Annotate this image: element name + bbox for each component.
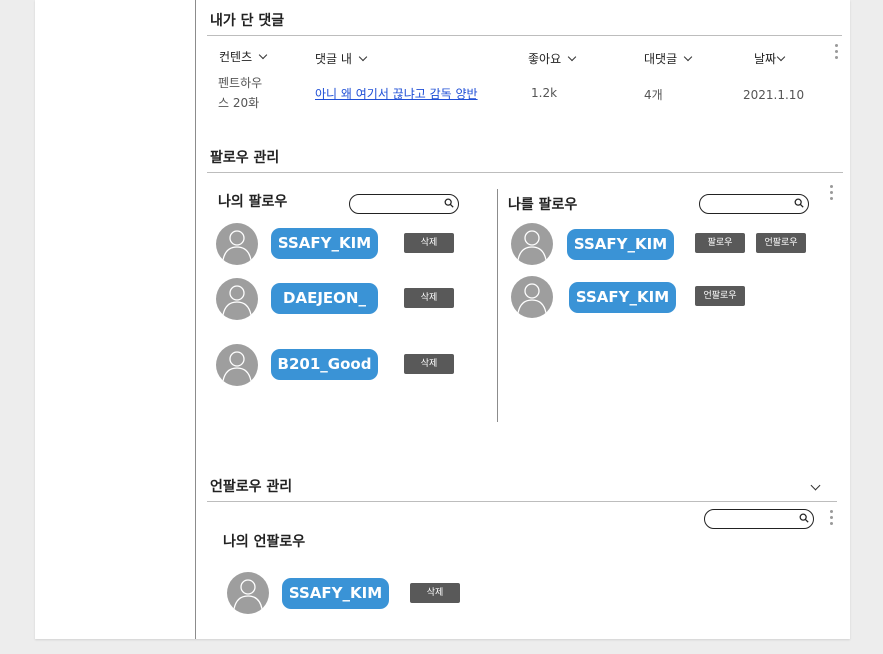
unfollow-button[interactable]: 언팔로우 (695, 286, 745, 306)
chevron-down-icon (258, 50, 268, 60)
delete-button[interactable]: 삭제 (404, 288, 454, 308)
user-avatar-icon (216, 223, 258, 265)
replies-cell: 4개 (644, 88, 663, 102)
chevron-down-icon (567, 52, 577, 62)
delete-button[interactable]: 삭제 (410, 583, 460, 603)
search-icon[interactable] (799, 513, 809, 523)
my-unfollow-title: 나의 언팔로우 (223, 534, 306, 550)
user-name-pill[interactable]: SSAFY_KIM (271, 228, 378, 259)
comments-divider (207, 35, 842, 36)
user-name-pill[interactable]: B201_Good (271, 349, 378, 380)
column-header-comment[interactable]: 댓글 내 (315, 50, 368, 67)
date-cell: 2021.1.10 (743, 88, 805, 102)
search-input[interactable] (704, 509, 814, 529)
user-avatar-icon (227, 572, 269, 614)
user-name-pill[interactable]: SSAFY_KIM (282, 578, 389, 609)
chevron-down-icon (776, 52, 786, 62)
user-name-pill[interactable]: SSAFY_KIM (569, 282, 676, 313)
chevron-down-icon (358, 52, 368, 62)
column-header-content[interactable]: 컨텐츠 (219, 48, 268, 65)
more-vertical-icon[interactable] (833, 44, 839, 60)
user-avatar-icon (511, 276, 553, 318)
my-following-title: 나의 팔로우 (218, 194, 288, 210)
search-input[interactable] (349, 194, 459, 214)
user-avatar-icon (216, 344, 258, 386)
chevron-down-icon (683, 52, 693, 62)
unfollow-divider (207, 501, 837, 502)
more-vertical-icon[interactable] (828, 185, 834, 201)
sidebar-divider (195, 0, 196, 639)
unfollow-button[interactable]: 언팔로우 (756, 233, 806, 253)
search-icon[interactable] (794, 198, 804, 208)
comment-link[interactable]: 아니 왜 여기서 끊냐고 감독 양반 (315, 85, 478, 102)
content-cell-line1: 펜트하우 (218, 76, 263, 90)
follow-section-title: 팔로우 관리 (210, 150, 280, 166)
user-avatar-icon (216, 278, 258, 320)
column-header-date[interactable]: 날짜 (754, 50, 786, 67)
column-header-replies[interactable]: 대댓글 (644, 50, 693, 67)
user-name-pill[interactable]: SSAFY_KIM (567, 229, 674, 260)
delete-button[interactable]: 삭제 (404, 233, 454, 253)
likes-cell: 1.2k (531, 86, 558, 100)
search-icon[interactable] (444, 198, 454, 208)
search-input[interactable] (699, 194, 809, 214)
user-name-pill[interactable]: DAEJEON_ (271, 283, 378, 314)
comments-section-title: 내가 단 댓글 (210, 13, 285, 29)
user-avatar-icon (511, 223, 553, 265)
followers-title: 나를 팔로우 (508, 197, 578, 213)
more-vertical-icon[interactable] (828, 510, 834, 526)
content-cell-line2: 스 20화 (218, 96, 260, 110)
follow-button[interactable]: 팔로우 (695, 233, 745, 253)
follow-columns-divider (497, 189, 498, 422)
column-header-likes[interactable]: 좋아요 (528, 50, 577, 67)
delete-button[interactable]: 삭제 (404, 354, 454, 374)
follow-divider (207, 172, 843, 173)
unfollow-section-title: 언팔로우 관리 (210, 479, 293, 495)
